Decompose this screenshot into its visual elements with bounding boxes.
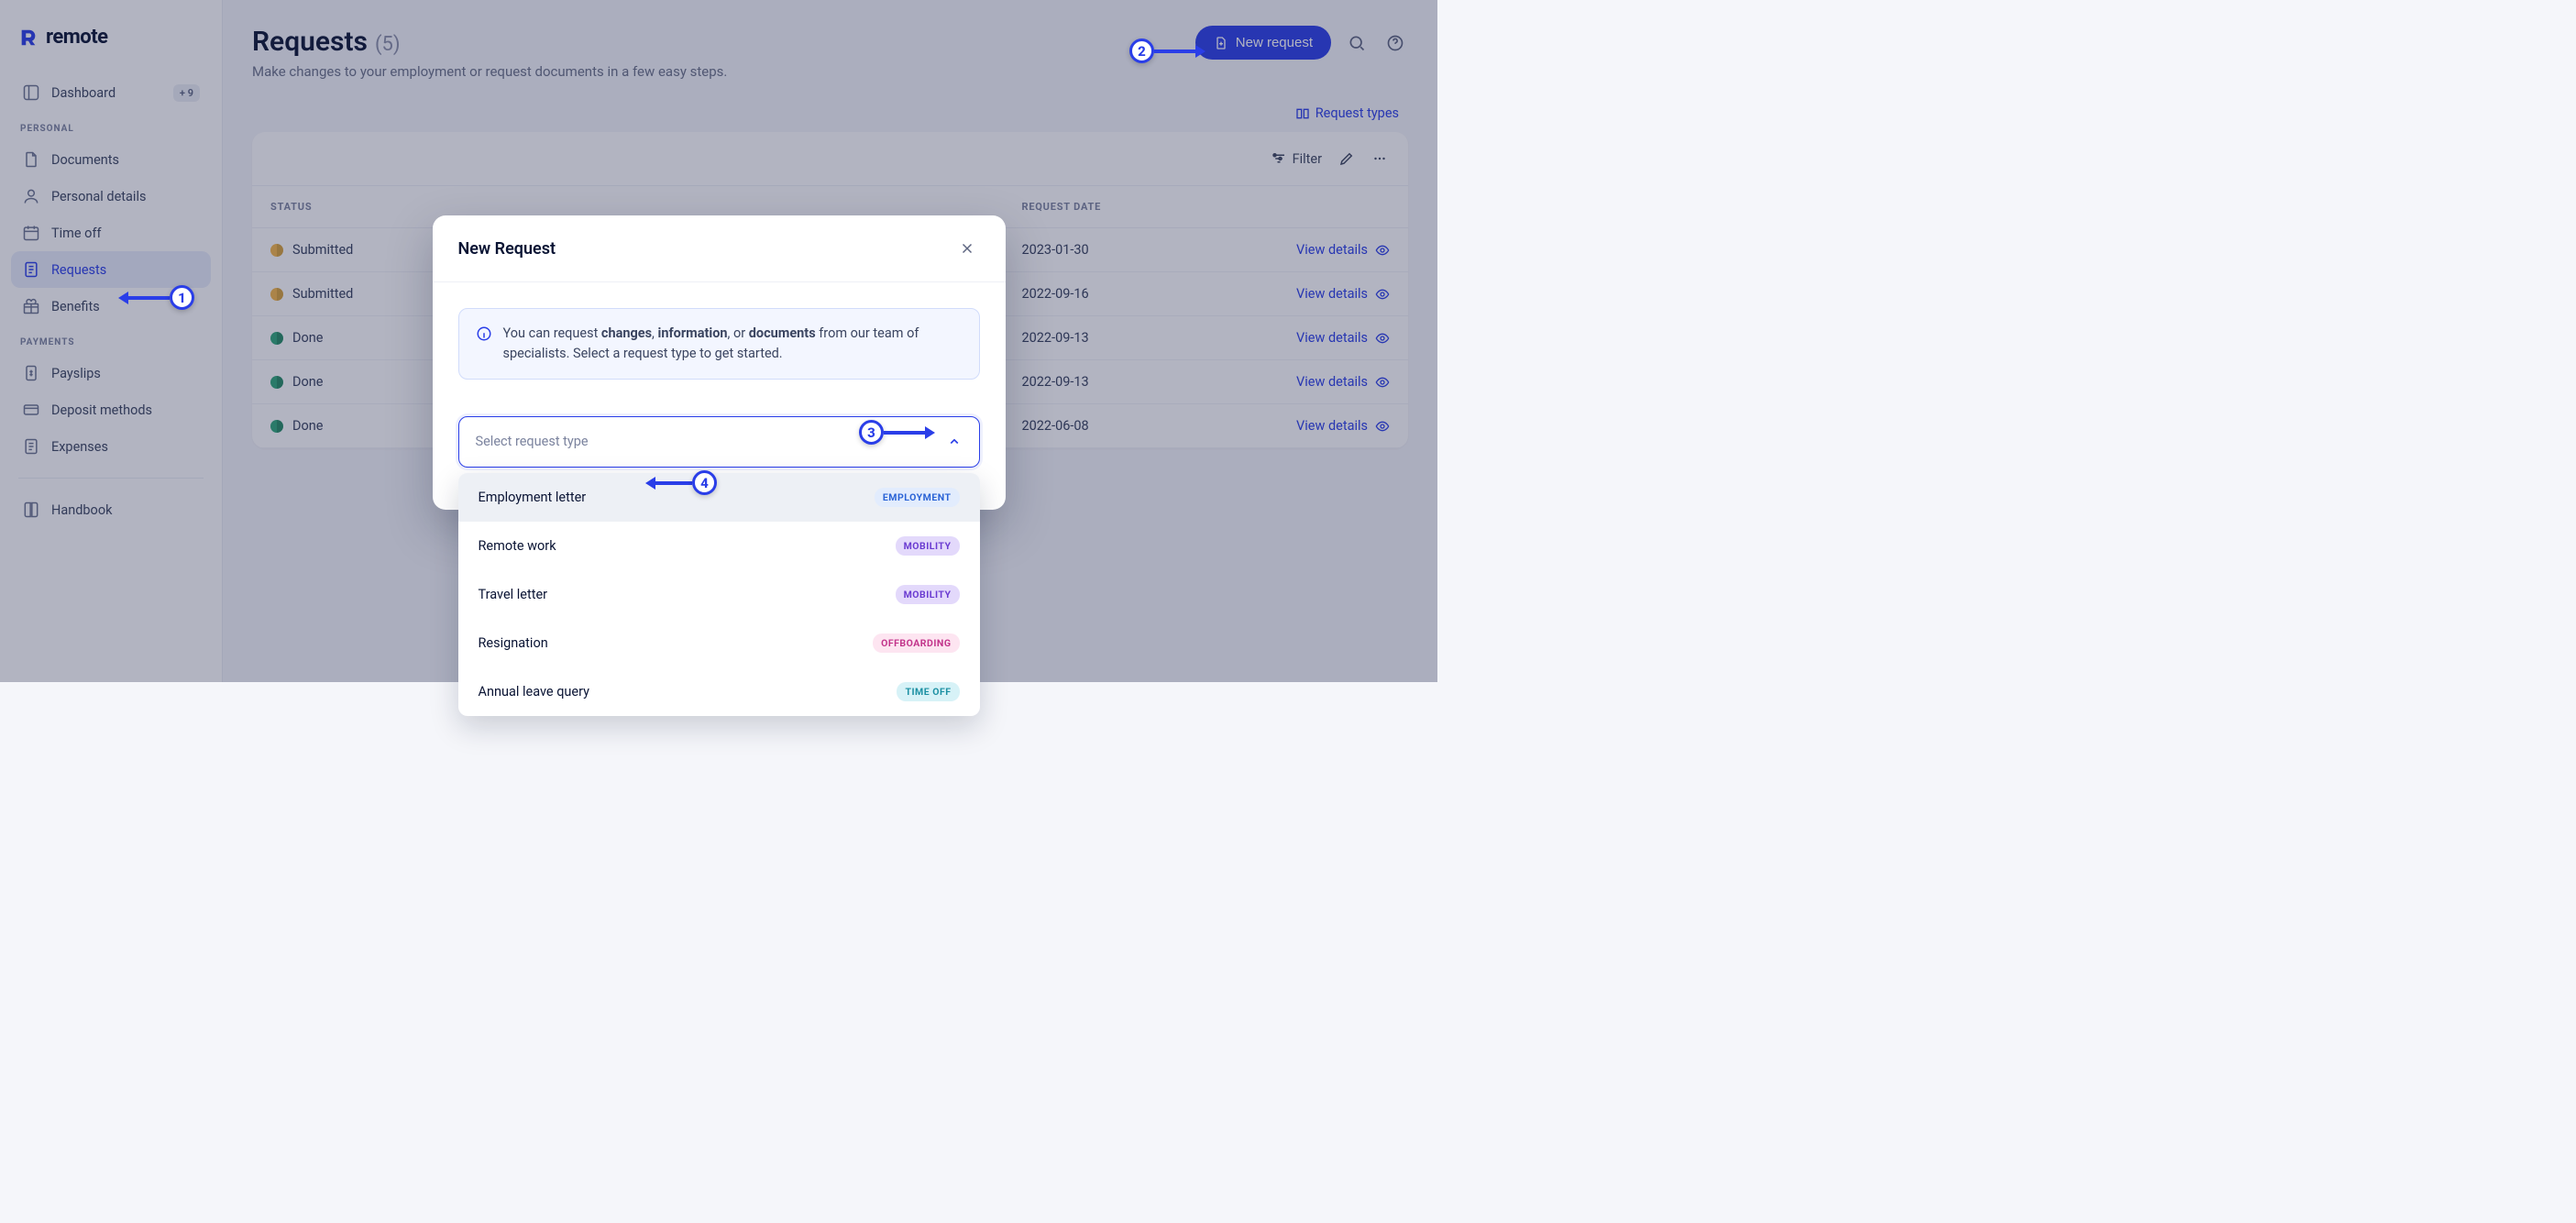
request-type-select[interactable]: Select request type xyxy=(458,416,980,468)
option-label: Employment letter xyxy=(479,490,587,505)
new-request-modal: New Request You can request changes, inf… xyxy=(433,215,1006,510)
select-placeholder: Select request type xyxy=(476,434,589,449)
option-tag: MOBILITY xyxy=(896,585,960,604)
modal-info-text: You can request changes, information, or… xyxy=(503,324,963,364)
option-label: Travel letter xyxy=(479,587,548,602)
option-label: Annual leave query xyxy=(479,684,590,700)
option-label: Resignation xyxy=(479,635,548,651)
modal-title: New Request xyxy=(458,239,556,259)
request-type-option[interactable]: Annual leave query TIME OFF xyxy=(458,667,980,716)
request-type-dropdown: Employment letter EMPLOYMENT Remote work MO… xyxy=(458,473,980,716)
request-type-option[interactable]: Travel letter MOBILITY xyxy=(458,570,980,619)
chevron-up-icon xyxy=(946,434,963,450)
info-icon xyxy=(476,325,492,364)
option-tag: OFFBOARDING xyxy=(873,634,959,653)
request-type-option[interactable]: Resignation OFFBOARDING xyxy=(458,619,980,667)
modal-info-box: You can request changes, information, or… xyxy=(458,308,980,380)
option-label: Remote work xyxy=(479,538,556,554)
option-tag: MOBILITY xyxy=(896,536,960,556)
close-icon[interactable] xyxy=(954,236,980,261)
request-type-option[interactable]: Employment letter EMPLOYMENT xyxy=(458,473,980,522)
option-tag: EMPLOYMENT xyxy=(875,488,960,507)
modal-overlay[interactable]: New Request You can request changes, inf… xyxy=(0,0,1437,682)
option-tag: TIME OFF xyxy=(897,682,959,701)
request-type-option[interactable]: Remote work MOBILITY xyxy=(458,522,980,570)
